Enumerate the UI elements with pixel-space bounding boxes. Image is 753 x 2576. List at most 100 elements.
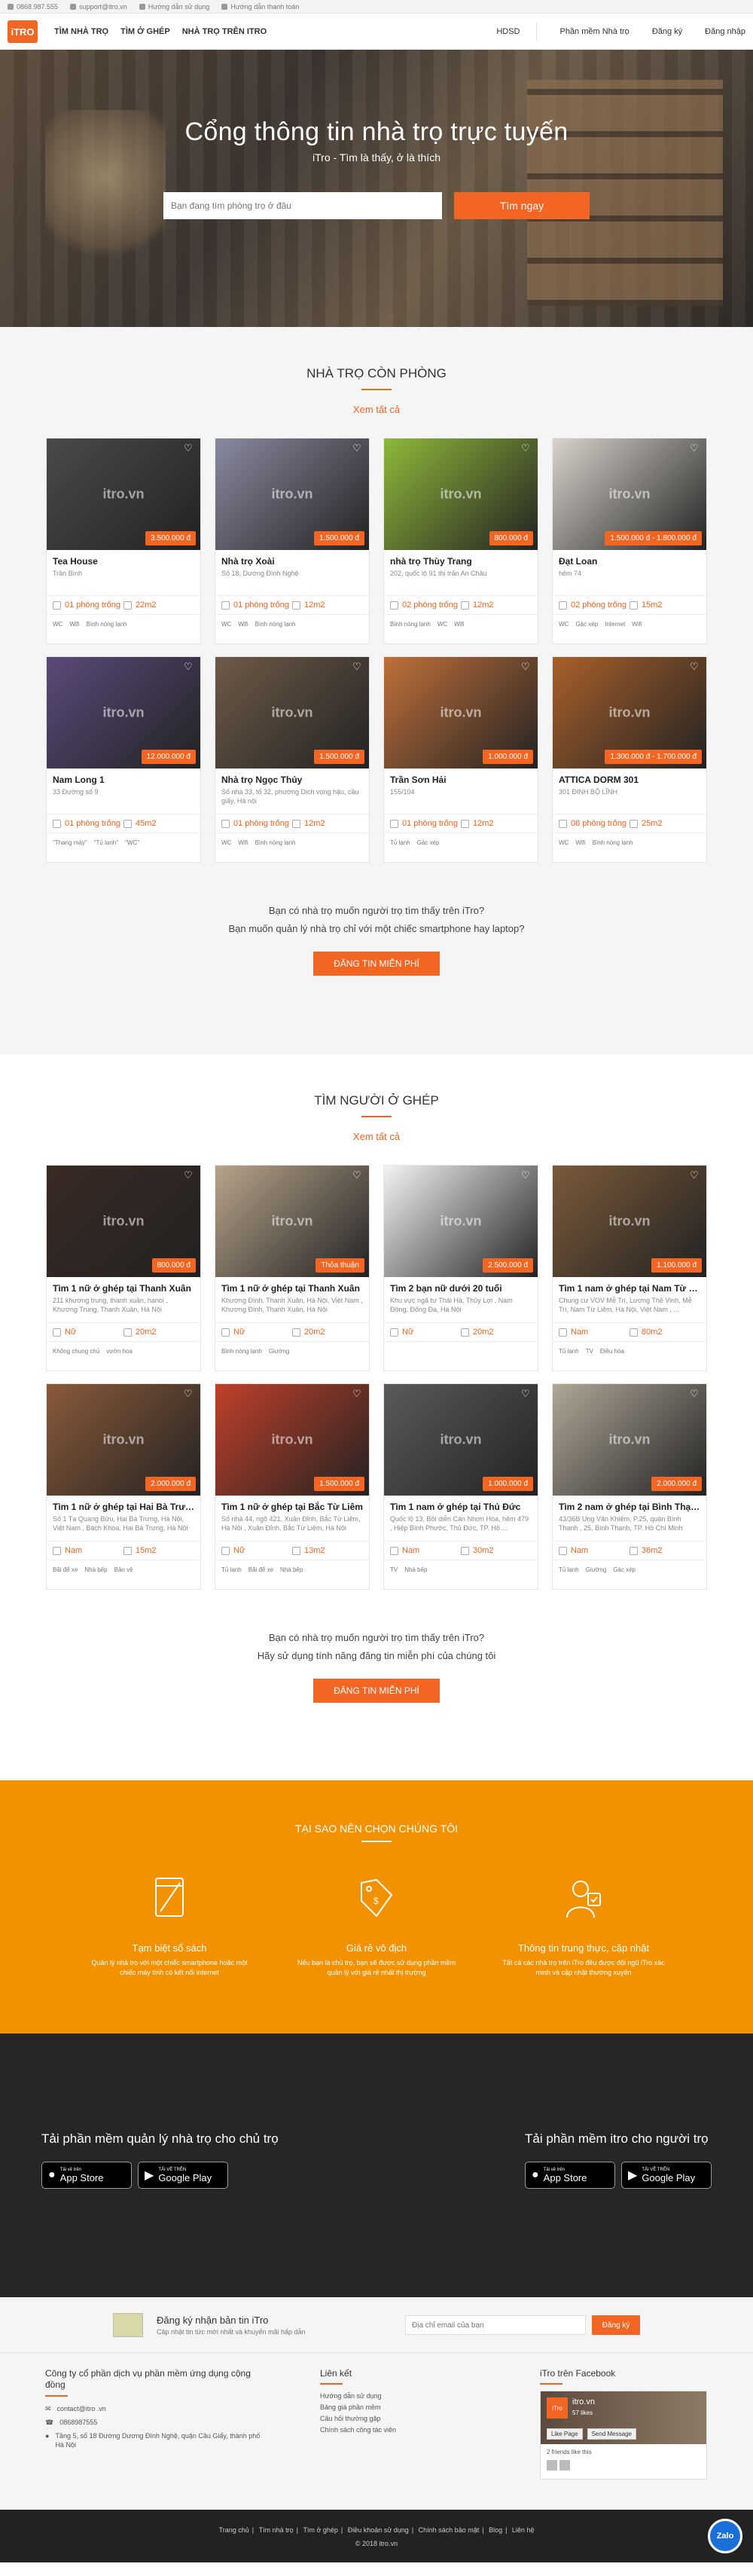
listing-title[interactable]: Tìm 1 nam ở ghép tại Nam Từ Liêm	[553, 1277, 706, 1294]
footer-link-faq[interactable]: Câu hỏi thường gặp	[320, 2413, 540, 2425]
listing-photo[interactable]: itro.vn ♡ 1.300.000 đ - 1.700.000 đ	[553, 657, 706, 769]
roommates-see-all-link[interactable]: Xem tất cả	[0, 1131, 753, 1142]
roommate-card[interactable]: itro.vn ♡ 1.100.000 đ Tìm 1 nam ở ghép tại …	[552, 1165, 707, 1371]
room-card[interactable]: itro.vn ♡ 1.500.000 đ - 1.800.000 đ Đạt Loa…	[552, 438, 707, 644]
fb-message-button[interactable]: Send Message	[587, 2428, 636, 2440]
bottom-link-contact[interactable]: Liên hệ	[512, 2526, 535, 2534]
footer-link-collaborator[interactable]: Chính sách công tác viên	[320, 2425, 540, 2436]
heart-icon[interactable]: ♡	[184, 662, 194, 672]
heart-icon[interactable]: ♡	[521, 1389, 532, 1399]
site-logo[interactable]: iTRO	[8, 20, 38, 43]
listing-title[interactable]: Tìm 1 nữ ở ghép tại Thanh Xuân	[47, 1277, 200, 1294]
heart-icon[interactable]: ♡	[352, 443, 363, 454]
room-card[interactable]: itro.vn ♡ 1.300.000 đ - 1.700.000 đ ATTICA …	[552, 656, 707, 863]
rooms-see-all-link[interactable]: Xem tất cả	[0, 404, 753, 415]
heart-icon[interactable]: ♡	[690, 443, 700, 454]
login-link[interactable]: Đăng nhập	[705, 27, 745, 36]
footer-phone[interactable]: 0868987555	[59, 2418, 97, 2427]
room-card[interactable]: itro.vn ♡ 1.500.000 đ Nhà trọ Xoài Số 18, Dư…	[215, 438, 370, 644]
heart-icon[interactable]: ♡	[690, 1170, 700, 1181]
newsletter-email-input[interactable]	[405, 2315, 586, 2335]
owner-googleplay-badge[interactable]: ▶ TẢI VỀ TRÊN Google Play	[138, 2162, 228, 2189]
room-card[interactable]: itro.vn ♡ 12.000.000 đ Nam Long 1 33 Đường s…	[46, 656, 201, 863]
listing-photo[interactable]: itro.vn ♡ 1.100.000 đ	[553, 1166, 706, 1277]
facebook-widget[interactable]: iTro itro.vn 57 likes Like Page Send Mes…	[540, 2391, 707, 2480]
heart-icon[interactable]: ♡	[352, 662, 363, 672]
listing-title[interactable]: Tìm 1 nữ ở ghép tại Hai Bà Trưng	[47, 1496, 200, 1512]
zalo-chat-button[interactable]: Zalo	[708, 2519, 742, 2553]
listing-photo[interactable]: itro.vn ♡ 1.500.000 đ - 1.800.000 đ	[553, 439, 706, 550]
listing-title[interactable]: Đạt Loan	[553, 550, 706, 567]
tenant-appstore-badge[interactable]: ● Tải về trên App Store	[525, 2162, 615, 2189]
search-button[interactable]: Tìm ngay	[454, 192, 590, 219]
listing-title[interactable]: Tìm 2 bạn nữ dưới 20 tuổi	[384, 1277, 538, 1294]
tenant-googleplay-badge[interactable]: ▶ TẢI VỀ TRÊN Google Play	[621, 2162, 712, 2189]
listing-title[interactable]: Trần Sơn Hải	[384, 769, 538, 785]
roommate-card[interactable]: itro.vn ♡ 1.500.000 đ Tìm 1 nữ ở ghép tại B…	[215, 1383, 370, 1590]
nav-find-roommate[interactable]: TÌM Ở GHÉP	[120, 27, 170, 36]
listing-photo[interactable]: itro.vn ♡ Thỏa thuận	[215, 1166, 369, 1277]
room-card[interactable]: itro.vn ♡ 800.000 đ nhà trọ Thùy Trang 202, …	[383, 438, 538, 644]
footer-email[interactable]: contact@itro .vn	[57, 2404, 106, 2413]
heart-icon[interactable]: ♡	[184, 1389, 194, 1399]
heart-icon[interactable]: ♡	[184, 1170, 194, 1181]
fb-page-name[interactable]: itro.vn	[572, 2397, 595, 2406]
search-input[interactable]	[163, 192, 442, 219]
listing-photo[interactable]: itro.vn ♡ 2.000.000 đ	[47, 1384, 200, 1496]
email-info[interactable]: support@itro.vn	[70, 3, 127, 11]
register-link[interactable]: Đăng ký	[652, 27, 682, 36]
listing-photo[interactable]: itro.vn ♡ 3.500.000 đ	[47, 439, 200, 550]
listing-photo[interactable]: itro.vn ♡ 2.500.000 đ	[384, 1166, 538, 1277]
bottom-link-privacy[interactable]: Chính sách bảo mật	[419, 2526, 480, 2534]
roommate-card[interactable]: itro.vn ♡ Thỏa thuận Tìm 1 nữ ở ghép tại Th…	[215, 1165, 370, 1371]
roommates-post-free-button[interactable]: ĐĂNG TIN MIỄN PHÍ	[313, 1679, 440, 1703]
bottom-link-blog[interactable]: Blog	[489, 2526, 502, 2534]
owner-appstore-badge[interactable]: ● Tải về trên App Store	[41, 2162, 132, 2189]
listing-photo[interactable]: itro.vn ♡ 1.000.000 đ	[384, 657, 538, 769]
fb-like-button[interactable]: Like Page	[547, 2428, 583, 2440]
bottom-link-terms[interactable]: Điều khoản sử dụng	[348, 2526, 409, 2534]
bottom-link-roommates[interactable]: Tìm ở ghép	[303, 2526, 337, 2534]
rooms-post-free-button[interactable]: ĐĂNG TIN MIỄN PHÍ	[313, 952, 440, 976]
listing-title[interactable]: Tìm 1 nam ở ghép tại Thủ Đức	[384, 1496, 538, 1512]
listing-title[interactable]: Nhà trọ Xoài	[215, 550, 369, 567]
heart-icon[interactable]: ♡	[521, 662, 532, 672]
room-card[interactable]: itro.vn ♡ 1.000.000 đ Trần Sơn Hải 155/104 01…	[383, 656, 538, 863]
heart-icon[interactable]: ♡	[521, 443, 532, 454]
listing-title[interactable]: nhà trọ Thùy Trang	[384, 550, 538, 567]
room-card[interactable]: itro.vn ♡ 3.500.000 đ Tea House Trần Bình 01 …	[46, 438, 201, 644]
listing-title[interactable]: Nhà trọ Ngọc Thủy	[215, 769, 369, 785]
listing-title[interactable]: ATTICA DORM 301	[553, 769, 706, 785]
newsletter-subscribe-button[interactable]: Đăng ký	[592, 2315, 640, 2335]
heart-icon[interactable]: ♡	[690, 662, 700, 672]
listing-photo[interactable]: itro.vn ♡ 1.000.000 đ	[384, 1384, 538, 1496]
heart-icon[interactable]: ♡	[690, 1389, 700, 1399]
listing-title[interactable]: Tìm 1 nữ ở ghép tại Thanh Xuân	[215, 1277, 369, 1294]
footer-link-pricing[interactable]: Bảng giá phần mềm	[320, 2402, 540, 2413]
listing-photo[interactable]: itro.vn ♡ 800.000 đ	[384, 439, 538, 550]
payment-link[interactable]: Hướng dẫn thanh toán	[221, 3, 299, 11]
heart-icon[interactable]: ♡	[352, 1170, 363, 1181]
listing-photo[interactable]: itro.vn ♡ 800.000 đ	[47, 1166, 200, 1277]
heart-icon[interactable]: ♡	[352, 1389, 363, 1399]
listing-title[interactable]: Nam Long 1	[47, 769, 200, 785]
bottom-link-rooms[interactable]: Tìm nhà trọ	[259, 2526, 294, 2534]
roommate-card[interactable]: itro.vn ♡ 2.500.000 đ Tìm 2 bạn nữ dưới 20 …	[383, 1165, 538, 1371]
footer-link-guide[interactable]: Hướng dẫn sử dụng	[320, 2391, 540, 2402]
nav-find-room[interactable]: TÌM NHÀ TRỌ	[54, 27, 108, 36]
nav-software[interactable]: Phần mềm Nhà trọ	[559, 27, 629, 36]
roommate-card[interactable]: itro.vn ♡ 800.000 đ Tìm 1 nữ ở ghép tại Tha…	[46, 1165, 201, 1371]
room-card[interactable]: itro.vn ♡ 1.500.000 đ Nhà trọ Ngọc Thủy Số n…	[215, 656, 370, 863]
guide-link[interactable]: Hướng dẫn sử dụng	[139, 3, 209, 11]
heart-icon[interactable]: ♡	[521, 1170, 532, 1181]
listing-title[interactable]: Tìm 2 nam ở ghép tại Bình Thạnh	[553, 1496, 706, 1512]
roommate-card[interactable]: itro.vn ♡ 2.000.000 đ Tìm 1 nữ ở ghép tại H…	[46, 1383, 201, 1590]
roommate-card[interactable]: itro.vn ♡ 1.000.000 đ Tìm 1 nam ở ghép tại …	[383, 1383, 538, 1590]
nav-rooms-on-itro[interactable]: NHÀ TRỌ TRÊN ITRO	[182, 27, 267, 36]
listing-photo[interactable]: itro.vn ♡ 12.000.000 đ	[47, 657, 200, 769]
listing-photo[interactable]: itro.vn ♡ 1.500.000 đ	[215, 657, 369, 769]
nav-hdsd[interactable]: HDSD	[496, 27, 520, 36]
listing-title[interactable]: Tìm 1 nữ ở ghép tại Bắc Từ Liêm	[215, 1496, 369, 1512]
listing-photo[interactable]: itro.vn ♡ 2.000.000 đ	[553, 1384, 706, 1496]
listing-title[interactable]: Tea House	[47, 550, 200, 567]
